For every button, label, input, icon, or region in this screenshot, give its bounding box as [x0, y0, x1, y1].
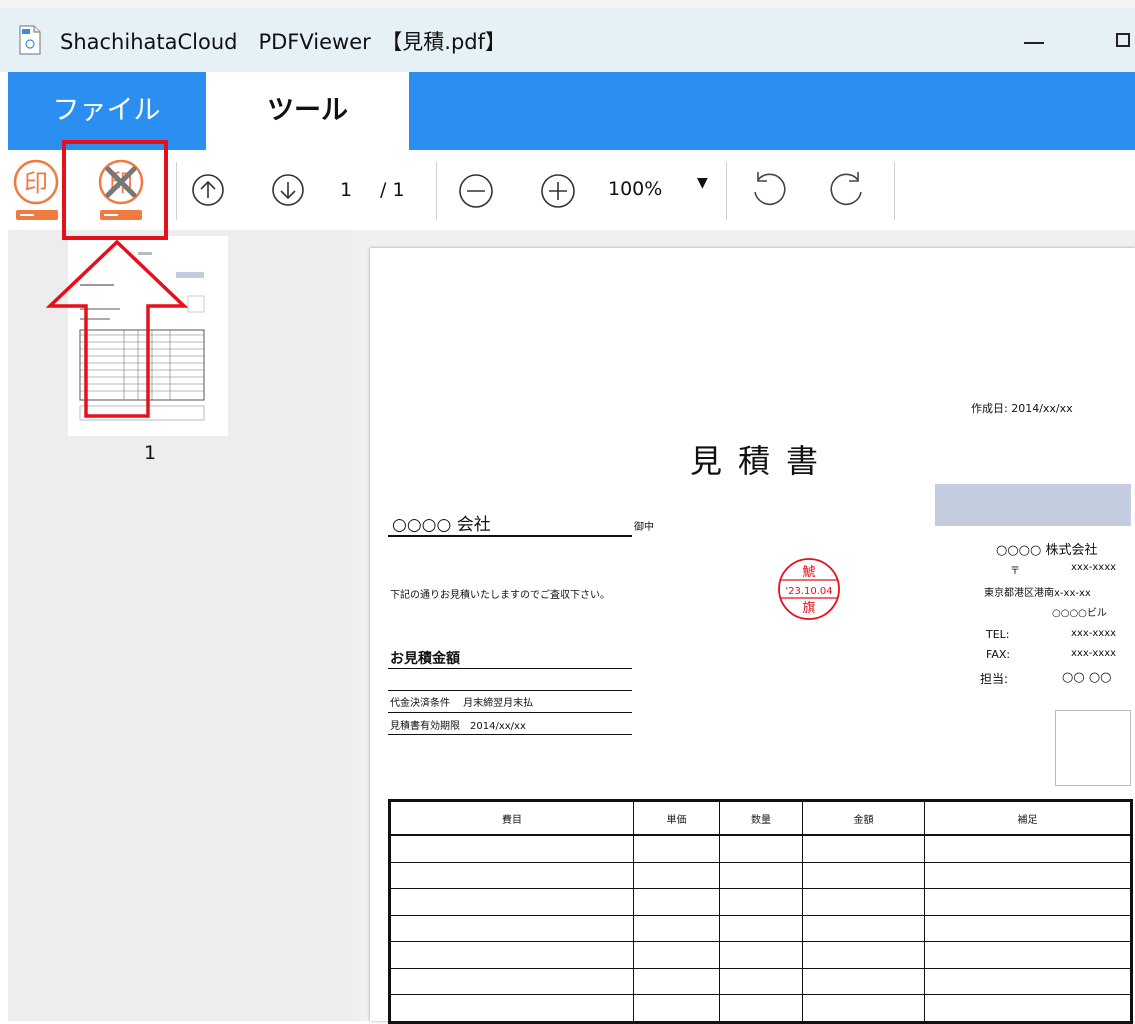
arrow-down-icon[interactable] [270, 172, 306, 208]
toolbar: 印 印 1 / 1 100% ▼ [8, 150, 1135, 230]
toolbar-separator [436, 162, 437, 220]
ribbon-tab-bar: ファイル ツール [8, 72, 1135, 150]
address: 東京都港区港南x-xx-xx [984, 588, 1091, 599]
window-title: ShachihataCloud PDFViewer 【見積.pdf】 [60, 30, 506, 54]
intro-text: 下記の通りお見積いたしますのでご査収下さい。 [390, 590, 610, 601]
col-header-quantity: 数量 [719, 800, 803, 836]
rotate-right-icon[interactable] [826, 168, 870, 212]
thumbnail-page-label: 1 [144, 442, 157, 464]
divider [388, 712, 632, 713]
minimize-button[interactable] [1010, 14, 1060, 64]
col-header-item: 費目 [389, 800, 634, 836]
payment-terms: 代金決済条件 月末締翌月末払 [390, 698, 534, 709]
title-bar: ShachihataCloud PDFViewer 【見積.pdf】 [0, 0, 1135, 72]
building: ○○○○ビル [1052, 608, 1107, 619]
tel-label: TEL: [986, 628, 1010, 641]
seal-top-text: 鯱 [802, 565, 815, 580]
col-header-note: 補足 [924, 800, 1132, 836]
postal-mark: 〒 [1010, 566, 1020, 577]
tab-tool[interactable]: ツール [206, 72, 409, 150]
toolbar-separator [726, 162, 727, 220]
zoom-select[interactable]: 100% [608, 178, 662, 200]
arrow-up-icon[interactable] [190, 172, 226, 208]
window-top-edge [0, 0, 1135, 8]
pdf-file-icon [19, 25, 41, 55]
recipient-suffix: 御中 [634, 522, 654, 533]
page-total: / 1 [380, 179, 405, 201]
amount-label: お見積金額 [390, 651, 460, 667]
divider [388, 734, 632, 735]
company-seal-box [1055, 710, 1131, 786]
col-header-unit-price: 単価 [633, 800, 720, 836]
highlight-arrow [46, 239, 188, 418]
table-row [389, 914, 1132, 942]
stamp-icon-char: 印 [24, 169, 48, 197]
tel-value: xxx-xxxx [1071, 628, 1117, 639]
zoom-in-icon[interactable] [538, 172, 578, 210]
postal-code: xxx-xxxx [1071, 562, 1117, 573]
table-row [389, 994, 1132, 1023]
person-value: ○○ ○○ [1062, 670, 1112, 685]
table-row [389, 861, 1132, 889]
seal-date-text: '23.10.04 [785, 586, 832, 597]
document-viewer[interactable]: 作成日: 2014/xx/xx 見積書 ○○○○ 会社 御中 下記の通りお見積い… [352, 230, 1135, 1024]
zoom-out-icon[interactable] [456, 172, 496, 210]
toolbar-separator [176, 162, 177, 220]
stamp-field [935, 484, 1131, 526]
created-date: 作成日: 2014/xx/xx [971, 402, 1073, 415]
company-name: ○○○○ 株式会社 [996, 543, 1098, 558]
date-seal-stamp: 鯱 '23.10.04 旗 [778, 558, 840, 620]
table-header-row: 費目 単価 数量 金額 補足 [389, 800, 1132, 836]
stamp-icon[interactable]: 印 [10, 158, 66, 224]
person-label: 担当: [980, 672, 1009, 686]
table-row [389, 941, 1132, 969]
chevron-down-icon[interactable]: ▼ [697, 175, 708, 191]
highlight-box [62, 140, 168, 240]
validity-period: 見積書有効期限 2014/xx/xx [390, 721, 526, 732]
items-table: 費目 単価 数量 金額 補足 [388, 799, 1133, 1024]
toolbar-separator [894, 162, 895, 220]
table-row [389, 834, 1132, 863]
tab-file[interactable]: ファイル [8, 72, 205, 150]
divider [388, 690, 632, 691]
table-row [389, 967, 1132, 995]
recipient-name: ○○○○ 会社 [392, 515, 491, 535]
col-header-amount: 金額 [802, 800, 925, 836]
page-number-input[interactable]: 1 [340, 179, 352, 201]
recipient-underline [388, 535, 632, 537]
rotate-left-icon[interactable] [746, 168, 790, 212]
pdf-page: 作成日: 2014/xx/xx 見積書 ○○○○ 会社 御中 下記の通りお見積い… [370, 248, 1135, 1024]
seal-bottom-text: 旗 [802, 600, 815, 616]
document-title: 見積書 [690, 442, 835, 480]
amount-underline [388, 668, 632, 669]
fax-label: FAX: [986, 648, 1011, 661]
maximize-button[interactable] [1100, 14, 1135, 64]
table-row [389, 888, 1132, 916]
fax-value: xxx-xxxx [1071, 648, 1117, 659]
